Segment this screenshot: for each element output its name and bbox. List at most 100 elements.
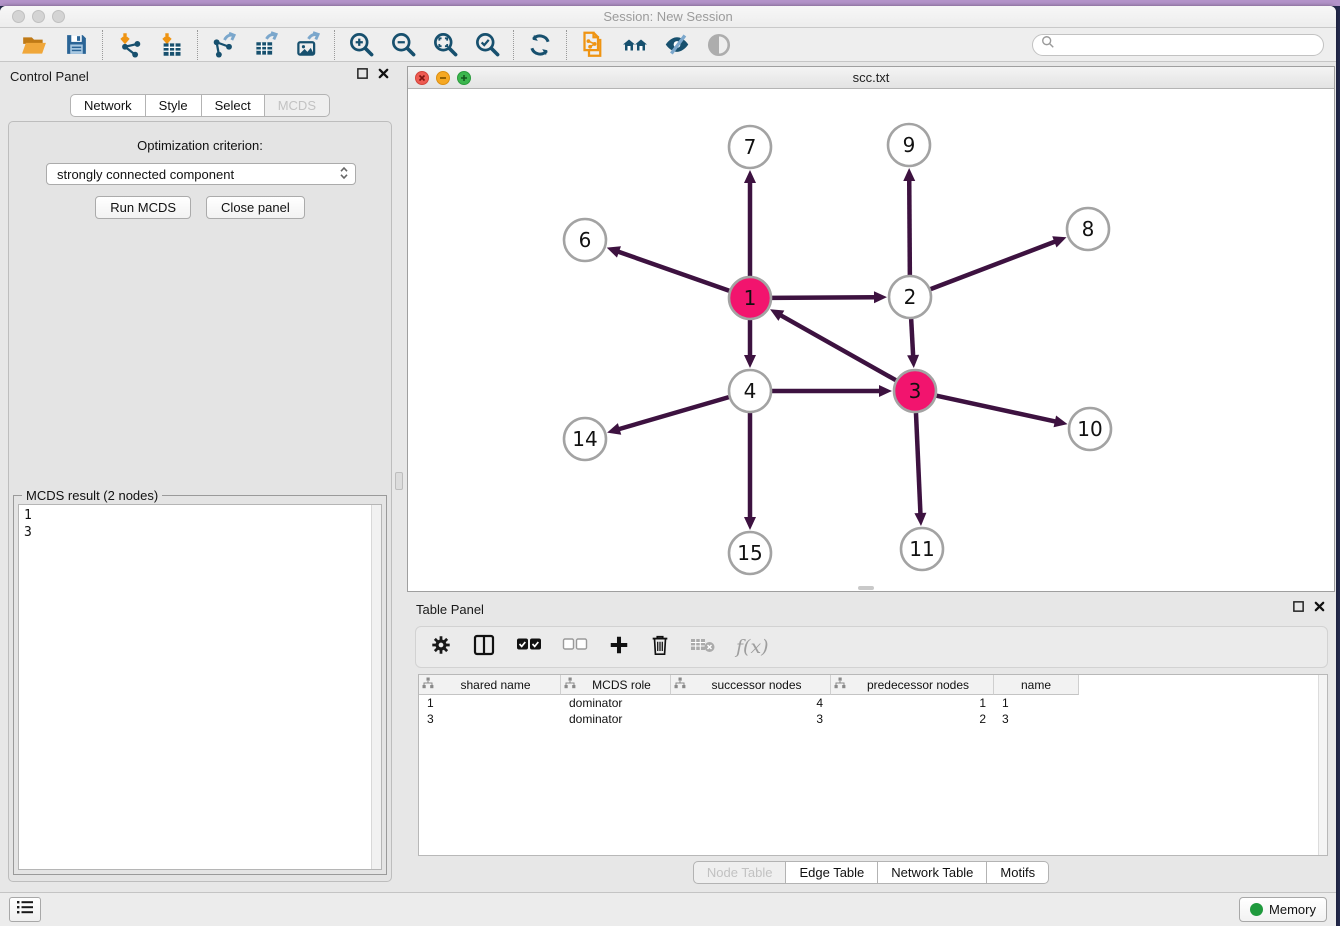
- hide-selected-icon[interactable]: [663, 31, 691, 59]
- mcds-result-textarea[interactable]: 1 3: [18, 504, 382, 870]
- status-bar: Memory: [0, 892, 1336, 926]
- deselect-all-icon[interactable]: [562, 636, 588, 658]
- edge-3-1[interactable]: [780, 315, 896, 381]
- float-table-panel-icon[interactable]: [1292, 600, 1305, 618]
- column-header-predecessor-nodes[interactable]: predecessor nodes: [831, 675, 994, 695]
- arrowhead-4-14: [607, 423, 621, 435]
- select-all-icon[interactable]: [516, 636, 542, 658]
- table-cell[interactable]: 3: [994, 712, 1079, 726]
- column-header-shared-name[interactable]: shared name: [419, 675, 561, 695]
- edge-3-11[interactable]: [916, 413, 921, 515]
- zoom-in-icon[interactable]: [347, 31, 375, 59]
- table-tab-edge-table[interactable]: Edge Table: [786, 861, 878, 884]
- column-header-mcds-role[interactable]: MCDS role: [561, 675, 671, 695]
- splitter-grip[interactable]: [395, 472, 403, 490]
- zoom-fit-icon[interactable]: [431, 31, 459, 59]
- table-cell[interactable]: dominator: [561, 712, 671, 726]
- tab-network[interactable]: Network: [70, 94, 146, 117]
- canvas-hscrollbar-thumb[interactable]: [858, 586, 874, 590]
- app-window: Session: New Session: [0, 6, 1336, 926]
- graph-node-label-14: 14: [572, 427, 597, 451]
- graph-node-label-15: 15: [737, 541, 762, 565]
- table-panel: Table Panel f(x) shared nameMCDS rolesuc…: [407, 595, 1335, 890]
- search-field[interactable]: [1032, 34, 1324, 56]
- task-list-icon: [16, 899, 34, 920]
- export-table-icon[interactable]: [252, 31, 280, 59]
- column-header-name[interactable]: name: [994, 675, 1079, 695]
- tab-mcds[interactable]: MCDS: [265, 94, 330, 117]
- run-mcds-button[interactable]: Run MCDS: [95, 196, 191, 219]
- show-all-icon: [705, 31, 733, 59]
- table-row[interactable]: 3dominator323: [419, 711, 1327, 727]
- edge-2-8[interactable]: [931, 241, 1057, 289]
- memory-button[interactable]: Memory: [1239, 897, 1327, 922]
- table-cell[interactable]: 1: [831, 696, 994, 710]
- task-history-button[interactable]: [9, 897, 41, 922]
- delete-column-icon[interactable]: [650, 634, 670, 661]
- control-panel-tabs: NetworkStyleSelectMCDS: [0, 94, 400, 117]
- zoom-out-icon[interactable]: [389, 31, 417, 59]
- open-session-icon[interactable]: [20, 31, 48, 59]
- tab-style[interactable]: Style: [146, 94, 202, 117]
- node-table[interactable]: shared name MCDS role successor nodesprede…: [418, 674, 1328, 856]
- close-panel-button[interactable]: Close panel: [206, 196, 305, 219]
- column-type-icon: [422, 677, 434, 692]
- table-cell[interactable]: 1: [994, 696, 1079, 710]
- first-neighbors-icon[interactable]: [621, 31, 649, 59]
- network-window-title: scc.txt: [408, 70, 1334, 85]
- table-tab-node-table[interactable]: Node Table: [693, 861, 787, 884]
- table-tab-motifs[interactable]: Motifs: [987, 861, 1049, 884]
- import-table-icon[interactable]: [157, 31, 185, 59]
- import-network-icon[interactable]: [115, 31, 143, 59]
- column-type-icon: [834, 677, 846, 692]
- export-image-icon[interactable]: [294, 31, 322, 59]
- mcds-result-box: MCDS result (2 nodes) 1 3: [13, 495, 387, 875]
- network-view-window: scc.txt 7968124314101511: [407, 66, 1335, 592]
- table-cell[interactable]: 3: [419, 712, 561, 726]
- edge-4-14[interactable]: [618, 397, 729, 429]
- tab-select[interactable]: Select: [202, 94, 265, 117]
- gear-icon[interactable]: [430, 634, 452, 661]
- refresh-icon[interactable]: [526, 31, 554, 59]
- float-panel-icon[interactable]: [356, 67, 369, 85]
- table-cell[interactable]: 4: [671, 696, 831, 710]
- edge-2-9[interactable]: [909, 179, 910, 275]
- edge-2-3[interactable]: [911, 319, 913, 357]
- table-header-row: shared name MCDS role successor nodesprede…: [419, 675, 1327, 695]
- edge-3-10[interactable]: [936, 396, 1056, 422]
- mcds-tab-content: Optimization criterion: strongly connect…: [8, 121, 392, 882]
- search-input[interactable]: [1055, 38, 1315, 52]
- table-row[interactable]: 1dominator411: [419, 695, 1327, 711]
- graph-node-label-1: 1: [744, 286, 757, 310]
- table-scrollbar[interactable]: [1318, 675, 1327, 855]
- network-canvas[interactable]: 7968124314101511: [408, 89, 1334, 591]
- arrowhead-3-11: [914, 513, 926, 526]
- table-cell[interactable]: 3: [671, 712, 831, 726]
- close-panel-icon[interactable]: [377, 67, 390, 85]
- criterion-select[interactable]: strongly connected component: [46, 163, 356, 185]
- edge-1-2[interactable]: [772, 297, 876, 298]
- add-column-icon[interactable]: [608, 634, 630, 661]
- clone-network-icon[interactable]: [579, 31, 607, 59]
- table-cell[interactable]: 1: [419, 696, 561, 710]
- network-graph[interactable]: 7968124314101511: [408, 89, 1334, 591]
- column-header-label: MCDS role: [576, 678, 667, 692]
- table-tab-network-table[interactable]: Network Table: [878, 861, 987, 884]
- arrowhead-2-3: [907, 355, 919, 368]
- save-session-icon[interactable]: [62, 31, 90, 59]
- arrowhead-1-7: [744, 170, 756, 183]
- zoom-selected-icon[interactable]: [473, 31, 501, 59]
- export-network-icon[interactable]: [210, 31, 238, 59]
- columns-icon[interactable]: [472, 633, 496, 662]
- delete-table-icon: [690, 636, 716, 659]
- table-cell[interactable]: dominator: [561, 696, 671, 710]
- graph-node-label-11: 11: [909, 537, 934, 561]
- table-cell[interactable]: 2: [831, 712, 994, 726]
- column-header-successor-nodes[interactable]: successor nodes: [671, 675, 831, 695]
- close-table-panel-icon[interactable]: [1313, 600, 1326, 618]
- mcds-result-scrollbar[interactable]: [371, 505, 381, 869]
- memory-label: Memory: [1269, 902, 1316, 917]
- optimization-criterion-label: Optimization criterion:: [9, 138, 391, 153]
- network-window-titlebar[interactable]: scc.txt: [408, 67, 1334, 89]
- edge-1-6[interactable]: [617, 251, 729, 290]
